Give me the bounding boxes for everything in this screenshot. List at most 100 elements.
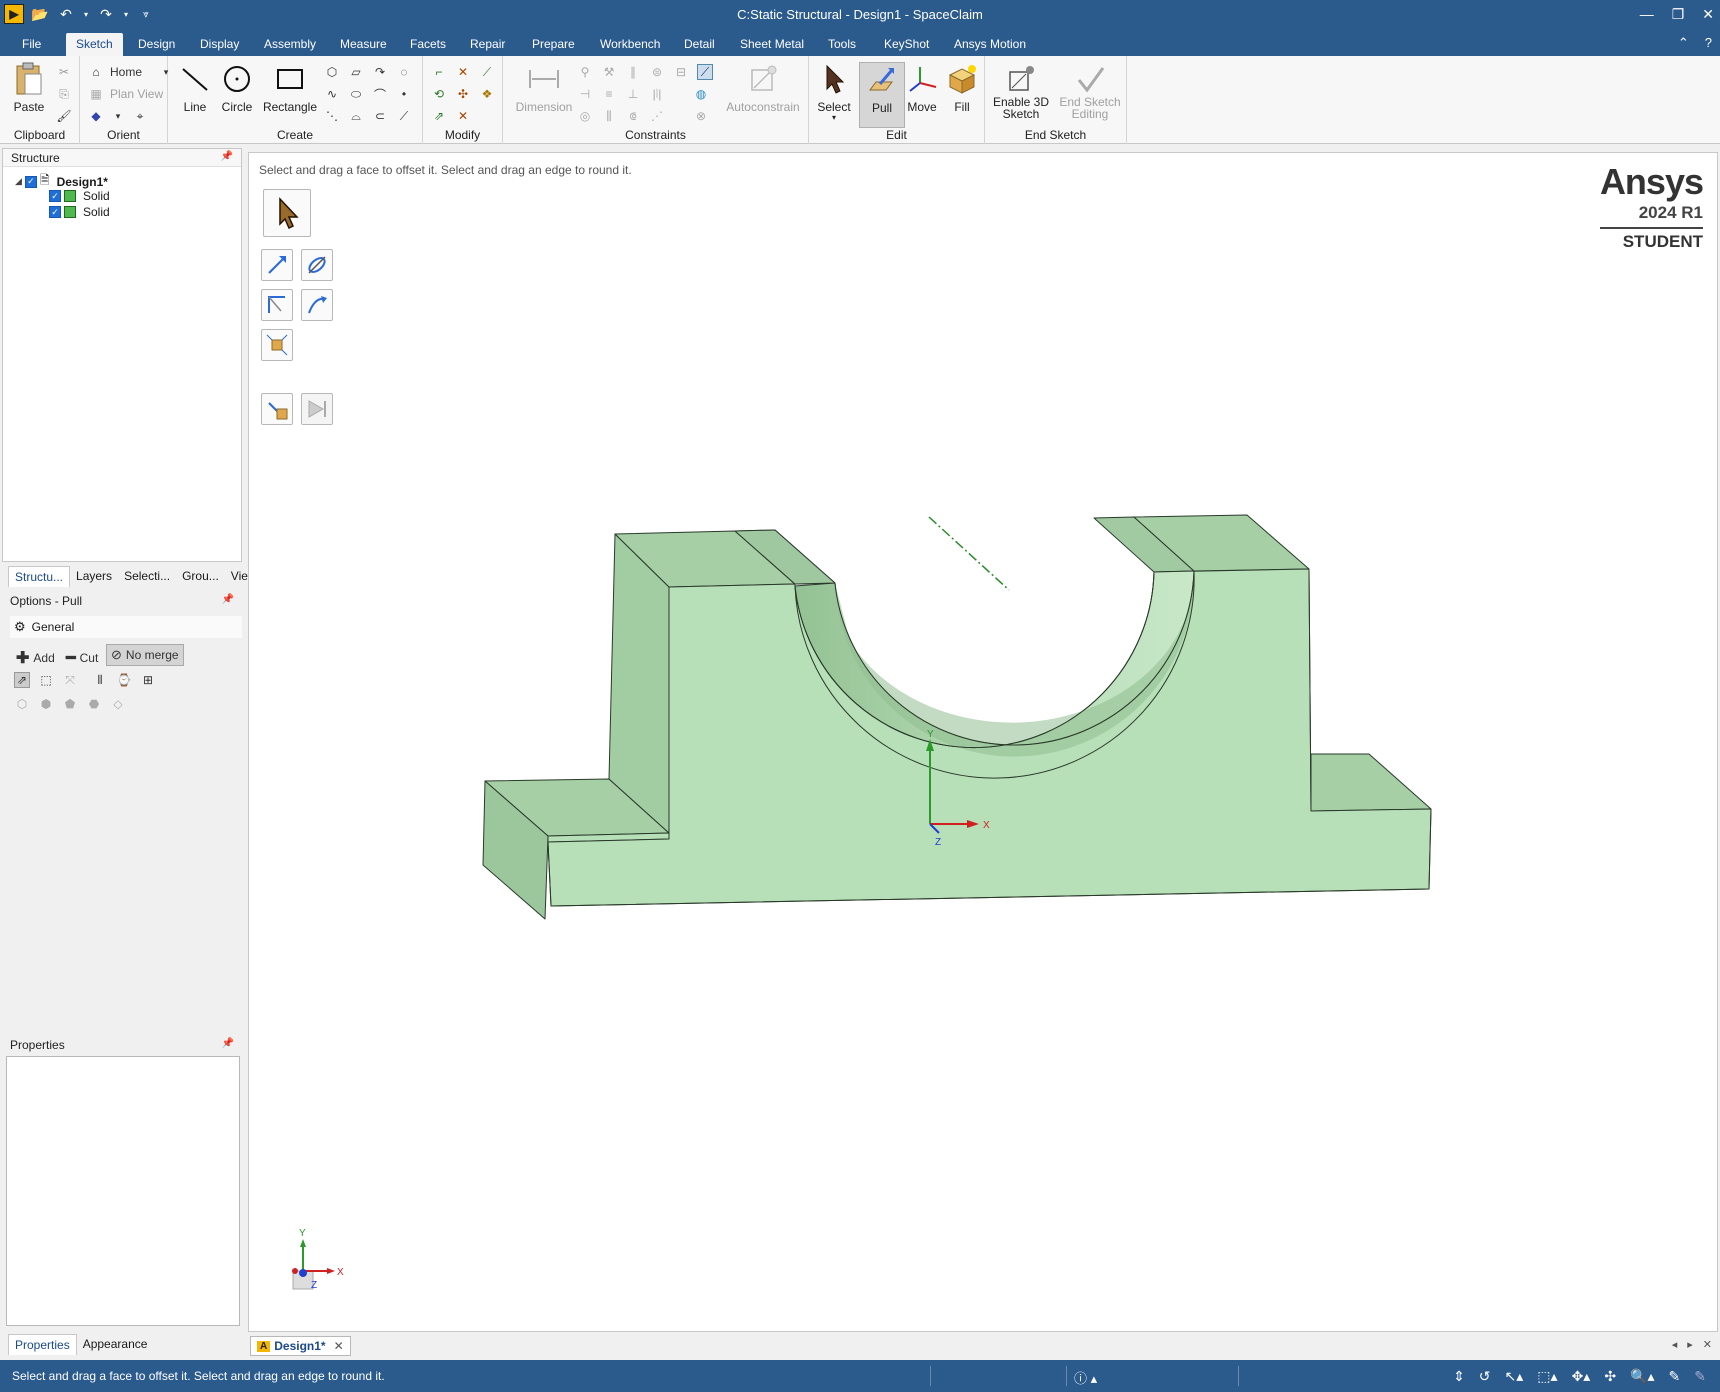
pull-arrow-option-icon[interactable]: ⇗ <box>14 672 30 688</box>
tab-design[interactable]: Design <box>128 33 185 56</box>
sweep-option-icon[interactable]: ⬟ <box>62 696 78 712</box>
pivot-icon[interactable]: ⤧ <box>62 672 78 688</box>
perpendicular-icon[interactable]: ⊥ <box>625 86 641 102</box>
draft-option-icon[interactable]: ⬣ <box>86 696 102 712</box>
copy-icon[interactable]: ⎘ <box>56 86 72 102</box>
tab-file[interactable]: File <box>12 33 51 56</box>
viewport[interactable]: Select and drag a face to offset it. Sel… <box>248 152 1718 1332</box>
remove-constraints-icon[interactable]: ⊗ <box>693 108 709 124</box>
paste-button[interactable]: Paste <box>6 62 52 114</box>
parallel-icon[interactable]: ∥ <box>625 64 641 80</box>
corner-icon[interactable]: ⌐ <box>431 64 447 80</box>
horizontal-icon[interactable]: ⊣ <box>577 86 593 102</box>
show-constraints-icon[interactable]: ⟋ <box>697 64 713 80</box>
model-canvas[interactable]: Y X Z Y X Z <box>249 153 1719 1333</box>
tab-sheet-metal[interactable]: Sheet Metal <box>730 33 814 56</box>
tab-tools[interactable]: Tools <box>818 33 866 56</box>
spin-icon[interactable]: ⇕ <box>1453 1368 1465 1385</box>
tab-groups[interactable]: Grou... <box>176 566 225 587</box>
zoom-icon[interactable]: 🔍▴ <box>1630 1368 1654 1385</box>
polygon-icon[interactable]: ⬡ <box>324 64 340 80</box>
snap-icon[interactable]: ✎ <box>1694 1368 1706 1385</box>
add-option[interactable]: ✚ Add <box>16 648 55 668</box>
tab-detail[interactable]: Detail <box>674 33 725 56</box>
info-icon[interactable]: ⓘ ▴ <box>1074 1368 1097 1387</box>
trim-icon[interactable]: ✕ <box>455 64 471 80</box>
close-tab-icon[interactable]: ✕ <box>334 1339 344 1353</box>
scroll-left-icon[interactable]: ◂ <box>1672 1338 1678 1351</box>
visibility-checkbox[interactable]: ✓ <box>49 206 61 218</box>
plan-view-button[interactable]: ▦ Plan View <box>88 86 163 102</box>
pillow-block-solid[interactable] <box>482 514 1432 920</box>
end-sketch-editing-button[interactable]: End Sketch Editing <box>1057 62 1123 120</box>
close-all-icon[interactable]: ✕ <box>1703 1338 1712 1351</box>
general-section[interactable]: ⚙ General <box>10 616 242 638</box>
select-dropdown-icon[interactable]: ▾ <box>811 114 857 122</box>
rectangle-button[interactable]: Rectangle <box>260 62 320 114</box>
tab-display[interactable]: Display <box>190 33 249 56</box>
tab-facets[interactable]: Facets <box>400 33 456 56</box>
spline-icon[interactable]: ∿ <box>324 86 340 102</box>
expand-icon[interactable]: ◢ <box>15 176 22 187</box>
fill-button[interactable]: Fill <box>939 62 985 114</box>
line-button[interactable]: Line <box>172 62 218 114</box>
tab-measure[interactable]: Measure <box>330 33 397 56</box>
tab-properties[interactable]: Properties <box>8 1334 77 1355</box>
cut-option[interactable]: ━ Cut <box>66 648 98 668</box>
maximize-icon[interactable]: ❐ <box>1672 6 1685 23</box>
vertical-icon[interactable]: ⫼ <box>601 108 617 124</box>
view-cube-icon[interactable]: ◆ <box>88 108 104 124</box>
cut-icon[interactable]: ✂ <box>56 64 72 80</box>
pin-icon[interactable]: 📌 <box>222 1038 234 1049</box>
tab-repair[interactable]: Repair <box>460 33 515 56</box>
tab-appearance[interactable]: Appearance <box>77 1334 154 1355</box>
pin-icon[interactable]: 📌 <box>222 594 234 605</box>
constraint-status-icon[interactable]: ◍ <box>693 86 709 102</box>
format-painter-icon[interactable]: 🖌 <box>56 108 72 124</box>
tree-item-solid[interactable]: ✓ Solid <box>49 189 110 203</box>
angle-icon[interactable]: ⋰ <box>649 108 665 124</box>
close-icon[interactable]: ✕ <box>1702 6 1714 23</box>
revolve-option-icon[interactable]: ⬢ <box>38 696 54 712</box>
pin-icon[interactable]: 📌 <box>221 151 233 162</box>
tab-ansys-motion[interactable]: Ansys Motion <box>944 33 1036 56</box>
concentric-icon[interactable]: ◎ <box>577 108 593 124</box>
scale-icon[interactable]: ❖ <box>479 86 495 102</box>
both-sides-icon[interactable]: ⬚ <box>38 672 54 688</box>
box-select-icon[interactable]: ⬚▴ <box>1537 1368 1557 1385</box>
collapse-ribbon-icon[interactable]: ⌃ <box>1678 35 1689 51</box>
tree-item-solid[interactable]: ✓ Solid <box>49 205 110 219</box>
offset-curve-icon[interactable]: ⟲ <box>431 86 447 102</box>
coincident-icon[interactable]: ⚒ <box>601 64 617 80</box>
split-curve-icon[interactable]: ⟋ <box>479 64 495 80</box>
sweep-arc-icon[interactable]: ⌒ <box>372 86 388 102</box>
tab-prepare[interactable]: Prepare <box>522 33 585 56</box>
tab-structure[interactable]: Structu... <box>8 566 71 587</box>
midpoint-icon[interactable]: ⊟ <box>673 64 689 80</box>
rotate-cursor-icon[interactable]: ↺ <box>1479 1368 1491 1385</box>
view-dropdown-icon[interactable]: ▾ <box>110 108 126 124</box>
no-merge-option[interactable]: ⊘ No merge <box>106 644 184 666</box>
tab-selection[interactable]: Selecti... <box>118 566 176 587</box>
construction-line-icon[interactable]: ⋱ <box>324 108 340 124</box>
face-curve-icon[interactable]: ⟋ <box>396 108 412 124</box>
select-mode-icon[interactable]: ↖▴ <box>1505 1368 1524 1385</box>
snap-view-icon[interactable]: ⌖ <box>132 108 148 124</box>
up-to-icon[interactable]: ⊞ <box>140 672 156 688</box>
minimize-icon[interactable]: — <box>1640 6 1654 23</box>
tangent-arc-icon[interactable]: ↷ <box>372 64 388 80</box>
blend-option-icon[interactable]: ◇ <box>110 696 126 712</box>
autoconstrain-button[interactable]: Autoconstrain <box>725 62 801 114</box>
equal-length-icon[interactable]: ≡ <box>601 86 617 102</box>
move-view-icon[interactable]: ✣ <box>1604 1368 1616 1385</box>
point-icon[interactable]: • <box>396 86 412 102</box>
help-icon[interactable]: ? <box>1705 35 1712 51</box>
scroll-right-icon[interactable]: ▸ <box>1687 1338 1693 1351</box>
three-point-circle-icon[interactable]: ◌ <box>396 64 412 80</box>
home-button[interactable]: ⌂ Home ▾ <box>88 64 174 80</box>
enable-3d-sketch-button[interactable]: Enable 3D Sketch <box>989 62 1053 120</box>
tab-layers[interactable]: Layers <box>70 566 118 587</box>
sketch-pencil-icon[interactable]: ✎ <box>1669 1368 1681 1385</box>
tab-workbench[interactable]: Workbench <box>590 33 670 56</box>
tab-sketch[interactable]: Sketch <box>66 33 123 56</box>
